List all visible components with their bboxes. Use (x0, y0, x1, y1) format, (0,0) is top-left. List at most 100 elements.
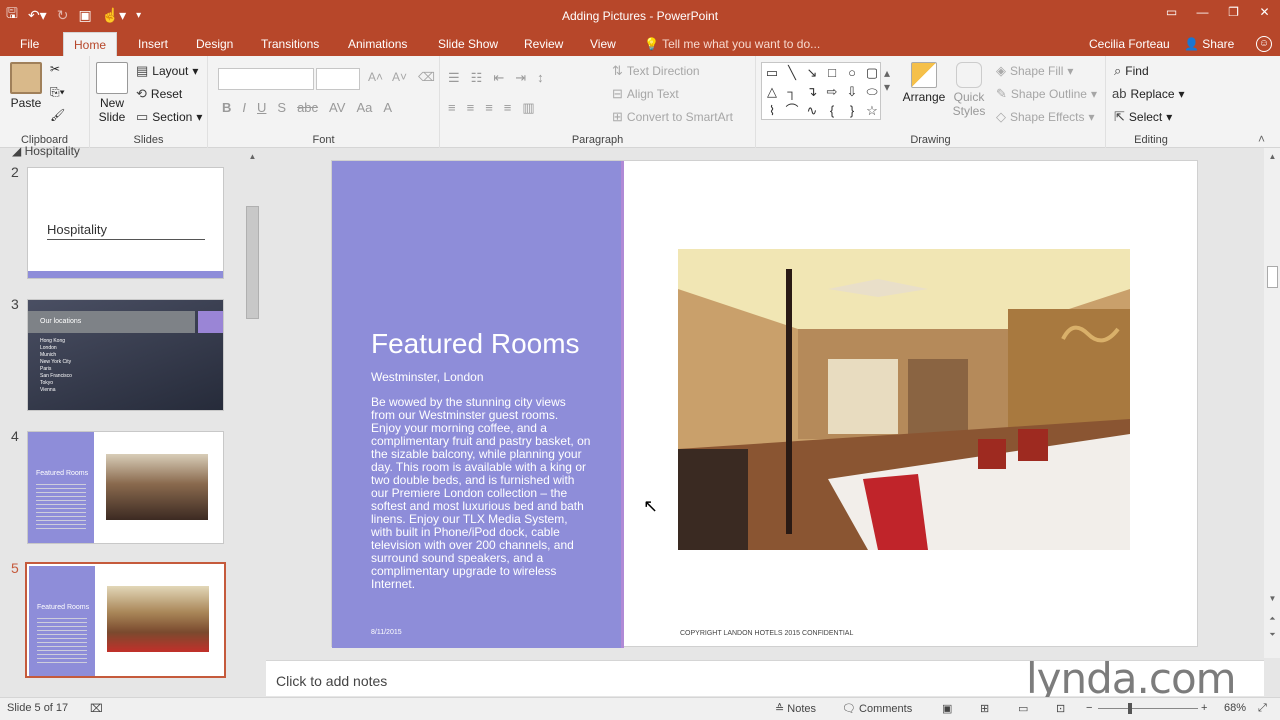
next-slide-icon[interactable]: ⏷ (1264, 630, 1280, 640)
shape-outline-button[interactable]: ✎ Shape Outline ▾ (996, 86, 1097, 102)
replace-button[interactable]: ab Replace ▾ (1112, 86, 1185, 101)
left-brace-shape-icon[interactable]: { (822, 101, 842, 120)
tab-view[interactable]: View (580, 32, 626, 56)
previous-slide-icon[interactable]: ⏶ (1264, 614, 1280, 624)
tab-home[interactable]: Home (63, 32, 118, 56)
line-shape-icon[interactable]: ╲ (782, 63, 802, 82)
select-button[interactable]: ⇱ Select ▾ (1114, 109, 1172, 125)
right-arrow-shape-icon[interactable]: ⇨ (822, 82, 842, 101)
notes-placeholder[interactable]: Click to add notes (276, 673, 387, 689)
scroll-thumb[interactable] (1267, 266, 1278, 288)
bullets-icon[interactable]: ☰ (448, 70, 460, 86)
normal-view-icon[interactable]: ▣ (942, 702, 952, 715)
font-color-icon[interactable]: A (383, 100, 392, 115)
triangle-shape-icon[interactable]: △ (762, 82, 782, 101)
tab-slide-show[interactable]: Slide Show (428, 32, 508, 56)
minimize-icon[interactable]: — (1187, 0, 1218, 24)
shape-effects-button[interactable]: ◇ Shape Effects ▾ (996, 109, 1095, 125)
zoom-out-icon[interactable]: − (1086, 702, 1092, 714)
slide-subtitle[interactable]: Westminster, London (371, 370, 484, 384)
user-name[interactable]: Cecilia Forteau (1089, 32, 1170, 56)
feedback-smiley-icon[interactable]: ☺ (1256, 36, 1272, 52)
shadow-icon[interactable]: S (277, 100, 286, 115)
shape-fill-button[interactable]: ◈ Shape Fill ▾ (996, 63, 1073, 79)
zoom-in-icon[interactable]: + (1201, 702, 1207, 714)
elbow-shape-icon[interactable]: ┐ (782, 82, 802, 101)
scroll-up-icon[interactable]: ▲ (1264, 152, 1280, 161)
zoom-slider[interactable] (1098, 708, 1198, 709)
quick-styles-button[interactable]: Quick Styles (948, 62, 990, 118)
freeform-shape-icon[interactable]: ⌇ (762, 101, 782, 120)
shapes-gallery[interactable]: ▭ ╲ ↘ □ ○ ▢ △ ┐ ↴ ⇨ ⇩ ⬭ ⌇ ⌒ ∿{} ☆ (761, 62, 881, 120)
section-header[interactable]: ◢ Hospitality (12, 144, 80, 158)
zoom-slider-thumb[interactable] (1128, 703, 1132, 714)
elbow-arrow-shape-icon[interactable]: ↴ (802, 82, 822, 101)
slide-scrollbar[interactable]: ▲ ▼ ⏶ ⏷ (1264, 148, 1280, 658)
curve-shape-icon[interactable]: ⌒ (782, 101, 802, 120)
arrow-shape-icon[interactable]: ↘ (802, 63, 822, 82)
tab-transitions[interactable]: Transitions (251, 32, 329, 56)
slide-thumbnail-3[interactable]: Our locations Hong Kong London Munich Ne… (27, 299, 224, 411)
shrink-font-icon[interactable]: A˅ (392, 70, 407, 84)
clear-formatting-icon[interactable]: ⌫ (418, 70, 435, 84)
scroll-up-icon[interactable]: ▲ (244, 152, 261, 161)
align-left-icon[interactable]: ≡ (448, 100, 456, 116)
rounded-rect-shape-icon[interactable]: ▢ (862, 63, 882, 82)
reset-button[interactable]: ⟲ Reset (136, 86, 182, 102)
down-arrow-shape-icon[interactable]: ⇩ (842, 82, 862, 101)
strikethrough-icon[interactable]: abc (297, 100, 318, 115)
ribbon-display-options-icon[interactable]: ▭ (1156, 0, 1187, 24)
change-case-icon[interactable]: Aa (356, 100, 372, 115)
restore-icon[interactable]: ❐ (1218, 0, 1249, 24)
text-direction-button[interactable]: ⇅ Text Direction (612, 63, 700, 79)
tab-animations[interactable]: Animations (338, 32, 417, 56)
find-button[interactable]: ⌕ Find (1114, 63, 1149, 79)
tell-me-box[interactable]: 💡 Tell me what you want to do... (644, 32, 820, 56)
convert-smartart-button[interactable]: ⊞ Convert to SmartArt (612, 109, 733, 125)
align-right-icon[interactable]: ≡ (485, 100, 493, 116)
reading-view-icon[interactable]: ▭ (1018, 702, 1028, 715)
character-spacing-icon[interactable]: AV (329, 100, 345, 115)
hotel-room-photo[interactable] (678, 249, 1130, 550)
paste-button[interactable]: Paste (6, 62, 46, 110)
star-shape-icon[interactable]: ☆ (862, 101, 882, 120)
share-button[interactable]: 👤 Share (1184, 32, 1234, 56)
columns-icon[interactable]: ▥ (522, 100, 534, 116)
collapse-ribbon-icon[interactable]: ˄ (1258, 132, 1265, 146)
fit-slide-icon[interactable]: ⤢ (1258, 702, 1267, 715)
align-center-icon[interactable]: ≡ (467, 100, 475, 116)
bold-icon[interactable]: B (222, 100, 231, 115)
tab-review[interactable]: Review (514, 32, 573, 56)
right-brace-shape-icon[interactable]: } (842, 101, 862, 120)
slide-show-icon[interactable]: ⊡ (1056, 702, 1065, 715)
italic-icon[interactable]: I (242, 100, 246, 115)
numbering-icon[interactable]: ☷ (471, 70, 483, 86)
tab-design[interactable]: Design (186, 32, 243, 56)
align-text-button[interactable]: ⊟ Align Text (612, 86, 679, 102)
tab-insert[interactable]: Insert (128, 32, 178, 56)
slide-sorter-icon[interactable]: ⊞ (980, 702, 989, 715)
scroll-thumb[interactable] (246, 206, 259, 319)
rectangle-shape-icon[interactable]: □ (822, 63, 842, 82)
layout-button[interactable]: ▤ Layout ▾ (136, 63, 198, 79)
current-slide[interactable]: Featured Rooms Westminster, London Be wo… (331, 160, 1198, 648)
wave-shape-icon[interactable]: ∿ (802, 101, 822, 120)
copy-icon[interactable]: ⎘▾ (50, 85, 65, 100)
oval-shape-icon[interactable]: ○ (842, 63, 862, 82)
slide-title[interactable]: Featured Rooms (371, 328, 580, 360)
shapes-more-icon[interactable]: ▴ ▾ (884, 66, 890, 94)
slide-thumbnail-2[interactable]: Hospitality (27, 167, 224, 279)
callout-shape-icon[interactable]: ⬭ (862, 82, 882, 101)
section-button[interactable]: ▭ Section ▾ (136, 109, 202, 125)
grow-font-icon[interactable]: A˄ (368, 70, 383, 84)
increase-indent-icon[interactable]: ⇥ (515, 70, 526, 86)
spell-check-icon[interactable]: ⌧ (90, 702, 103, 715)
font-size-combo[interactable] (316, 68, 360, 90)
decrease-indent-icon[interactable]: ⇤ (493, 70, 504, 86)
justify-icon[interactable]: ≡ (504, 100, 512, 116)
line-spacing-icon[interactable]: ↕ (537, 70, 544, 86)
font-name-combo[interactable] (218, 68, 314, 90)
new-slide-button[interactable]: New Slide (92, 62, 132, 124)
notes-toggle[interactable]: ≙ Notes (775, 702, 816, 715)
close-icon[interactable]: ✕ (1249, 0, 1280, 24)
